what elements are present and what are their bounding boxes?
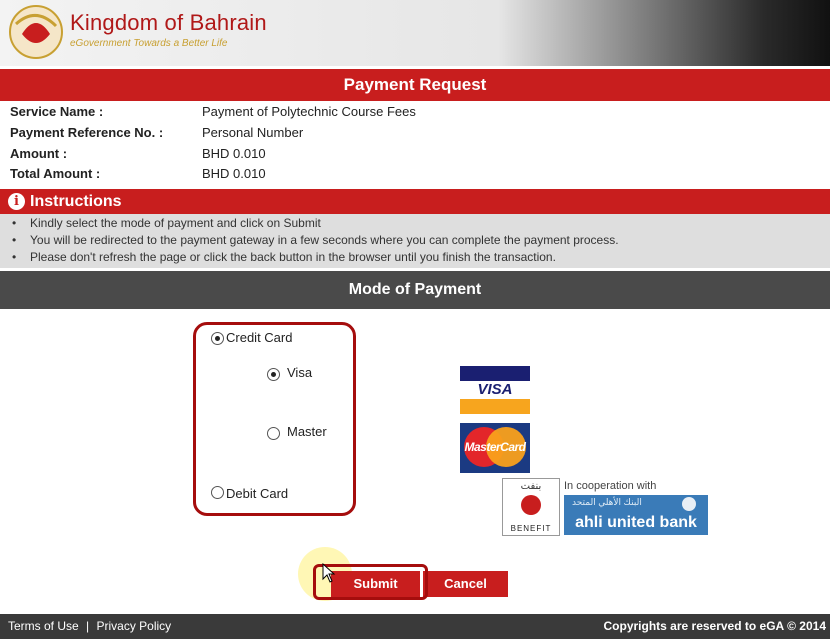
ahli-united-bank-logo: البنك الأهلي المتحد ahli united bank bbox=[564, 495, 708, 535]
footer-links: Terms of Use | Privacy Policy bbox=[8, 614, 171, 639]
payment-request-title: Payment Request bbox=[0, 69, 830, 101]
instructions-list: Kindly select the mode of payment and cl… bbox=[0, 214, 830, 268]
master-label[interactable]: Master bbox=[287, 424, 327, 439]
instructions-header: i Instructions bbox=[0, 189, 830, 214]
instruction-item: You will be redirected to the payment ga… bbox=[0, 233, 830, 248]
privacy-policy-link[interactable]: Privacy Policy bbox=[97, 619, 172, 633]
instructions-title: Instructions bbox=[30, 193, 122, 210]
visa-logo: VISA bbox=[460, 366, 530, 414]
copyright-text: Copyrights are reserved to eGA © 2014 bbox=[603, 619, 827, 633]
bahrain-emblem-logo bbox=[9, 5, 63, 59]
credit-card-radio[interactable] bbox=[211, 332, 224, 345]
credit-card-label[interactable]: Credit Card bbox=[226, 330, 292, 345]
cancel-button[interactable]: Cancel bbox=[423, 571, 508, 597]
site-header: Kingdom of Bahrain eGovernment Towards a… bbox=[0, 0, 830, 66]
debit-card-label[interactable]: Debit Card bbox=[226, 486, 288, 501]
benefit-logo: بنفت BENEFIT bbox=[502, 478, 560, 536]
field-value: BHD 0.010 bbox=[202, 146, 266, 161]
field-value: Personal Number bbox=[202, 125, 304, 140]
footer-separator: | bbox=[86, 619, 90, 633]
debit-card-radio[interactable] bbox=[211, 486, 224, 499]
visa-radio[interactable] bbox=[267, 368, 280, 381]
instruction-item: Please don't refresh the page or click t… bbox=[0, 250, 830, 265]
site-footer: Terms of Use | Privacy Policy Copyrights… bbox=[0, 614, 830, 639]
field-label: Total Amount : bbox=[10, 166, 101, 181]
mode-of-payment-title: Mode of Payment bbox=[0, 271, 830, 309]
field-label: Payment Reference No. : bbox=[10, 125, 164, 140]
brand-name: Kingdom of Bahrain bbox=[70, 10, 267, 35]
cooperation-text: In cooperation with bbox=[564, 480, 657, 492]
field-label: Amount : bbox=[10, 146, 68, 161]
mouse-cursor-icon bbox=[322, 563, 336, 583]
instruction-item: Kindly select the mode of payment and cl… bbox=[0, 216, 830, 231]
field-label: Service Name : bbox=[10, 104, 104, 119]
brand-tagline: eGovernment Towards a Better Life bbox=[70, 38, 228, 49]
field-value: Payment of Polytechnic Course Fees bbox=[202, 104, 416, 119]
visa-label[interactable]: Visa bbox=[287, 365, 312, 380]
mastercard-logo: MasterCard bbox=[460, 423, 530, 473]
master-radio[interactable] bbox=[267, 427, 280, 440]
info-icon: i bbox=[8, 193, 25, 210]
field-value: BHD 0.010 bbox=[202, 166, 266, 181]
terms-of-use-link[interactable]: Terms of Use bbox=[8, 619, 79, 633]
